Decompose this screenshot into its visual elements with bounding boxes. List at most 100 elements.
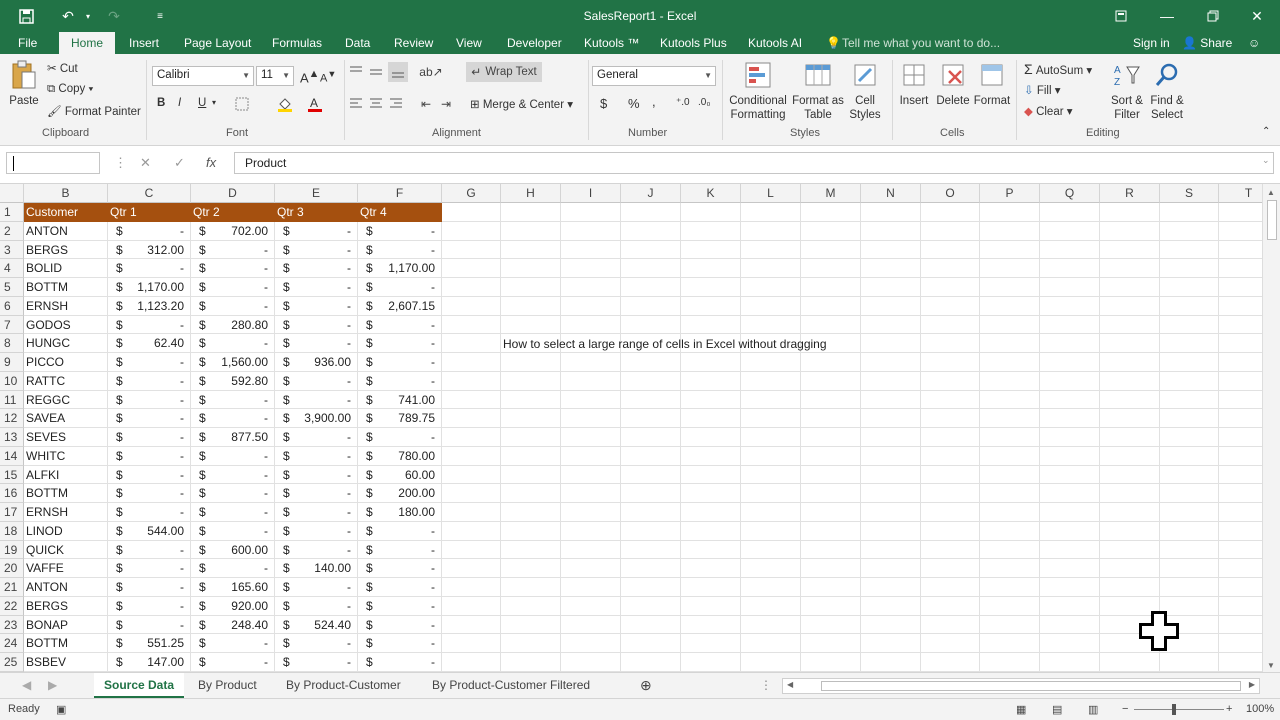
empty-cell[interactable] bbox=[621, 353, 681, 372]
amount-cell[interactable]: $200.00 bbox=[358, 484, 442, 503]
empty-cell[interactable] bbox=[921, 484, 980, 503]
empty-cell[interactable] bbox=[442, 409, 501, 428]
wrap-text-button[interactable]: ↵ Wrap Text bbox=[466, 62, 542, 82]
table-header-cell[interactable]: Qtr 3 bbox=[275, 203, 358, 222]
zoom-out-icon[interactable]: − bbox=[1122, 703, 1128, 715]
empty-cell[interactable] bbox=[561, 278, 621, 297]
customer-cell[interactable]: SEVES bbox=[24, 428, 108, 447]
column-header[interactable]: K bbox=[681, 184, 741, 203]
tell-me-box[interactable]: Tell me what you want to do... bbox=[842, 32, 1000, 54]
empty-cell[interactable] bbox=[621, 296, 681, 316]
orientation-icon[interactable]: ab↗ bbox=[419, 64, 442, 80]
empty-cell[interactable] bbox=[1040, 390, 1100, 410]
empty-cell[interactable] bbox=[741, 428, 801, 447]
align-top-icon[interactable] bbox=[348, 64, 364, 80]
amount-cell[interactable]: $ - bbox=[275, 221, 358, 241]
amount-cell[interactable]: $ - bbox=[275, 390, 358, 410]
column-header[interactable]: B bbox=[24, 184, 108, 203]
amount-cell[interactable]: $ - bbox=[108, 446, 191, 466]
empty-cell[interactable] bbox=[741, 596, 801, 616]
row-header[interactable]: 20 bbox=[0, 559, 24, 578]
empty-cell[interactable] bbox=[561, 653, 621, 672]
customer-cell[interactable]: BERGS bbox=[24, 596, 108, 616]
amount-cell[interactable]: $ - bbox=[191, 503, 275, 522]
empty-cell[interactable] bbox=[921, 334, 980, 353]
empty-cell[interactable] bbox=[1219, 653, 1262, 672]
column-header[interactable]: H bbox=[501, 184, 561, 203]
amount-cell[interactable]: $ - bbox=[191, 634, 275, 653]
empty-cell[interactable] bbox=[561, 578, 621, 597]
row-header[interactable]: 15 bbox=[0, 465, 24, 485]
empty-cell[interactable] bbox=[1160, 503, 1219, 522]
empty-cell[interactable] bbox=[1040, 240, 1100, 260]
empty-cell[interactable] bbox=[980, 428, 1040, 447]
empty-cell[interactable] bbox=[1040, 596, 1100, 616]
column-header[interactable]: J bbox=[621, 184, 681, 203]
amount-cell[interactable]: $ - bbox=[358, 240, 442, 260]
column-header[interactable]: E bbox=[275, 184, 358, 203]
empty-cell[interactable] bbox=[861, 240, 921, 260]
empty-cell[interactable] bbox=[980, 446, 1040, 466]
amount-cell[interactable]: $180.00 bbox=[358, 503, 442, 522]
amount-cell[interactable]: $ - bbox=[108, 353, 191, 372]
amount-cell[interactable]: $ - bbox=[108, 371, 191, 391]
empty-cell[interactable] bbox=[980, 203, 1040, 222]
empty-cell[interactable] bbox=[921, 221, 980, 241]
empty-cell[interactable] bbox=[801, 240, 861, 260]
empty-cell[interactable] bbox=[801, 540, 861, 560]
empty-cell[interactable] bbox=[681, 390, 741, 410]
tab-kutools-ai[interactable]: Kutools AI bbox=[748, 32, 802, 54]
empty-cell[interactable] bbox=[442, 390, 501, 410]
tab-insert[interactable]: Insert bbox=[129, 32, 159, 54]
amount-cell[interactable]: $ - bbox=[358, 521, 442, 541]
empty-cell[interactable] bbox=[980, 315, 1040, 335]
empty-cell[interactable] bbox=[561, 409, 621, 428]
decrease-font-icon[interactable]: A▼ bbox=[320, 69, 336, 85]
empty-cell[interactable] bbox=[1219, 353, 1262, 372]
empty-cell[interactable] bbox=[741, 634, 801, 653]
empty-cell[interactable] bbox=[1219, 522, 1262, 541]
empty-cell[interactable] bbox=[741, 315, 801, 335]
increase-indent-icon[interactable]: ⇥ bbox=[438, 96, 454, 112]
expand-formula-icon[interactable]: ⌄ bbox=[1262, 155, 1270, 166]
amount-cell[interactable]: $ - bbox=[275, 578, 358, 597]
empty-cell[interactable] bbox=[1160, 559, 1219, 578]
empty-cell[interactable] bbox=[741, 278, 801, 297]
amount-cell[interactable]: $ - bbox=[191, 334, 275, 353]
empty-cell[interactable] bbox=[621, 278, 681, 297]
empty-cell[interactable] bbox=[1040, 409, 1100, 428]
amount-cell[interactable]: $936.00 bbox=[275, 353, 358, 372]
empty-cell[interactable] bbox=[561, 390, 621, 410]
cut-button[interactable]: ✂ Cut bbox=[47, 61, 78, 75]
empty-cell[interactable] bbox=[1160, 371, 1219, 391]
fill-color-icon[interactable] bbox=[276, 95, 294, 113]
empty-cell[interactable] bbox=[1100, 259, 1160, 278]
empty-cell[interactable] bbox=[980, 653, 1040, 672]
empty-cell[interactable] bbox=[861, 559, 921, 578]
empty-cell[interactable] bbox=[1100, 278, 1160, 297]
align-right-icon[interactable] bbox=[388, 96, 404, 112]
empty-cell[interactable] bbox=[921, 315, 980, 335]
empty-cell[interactable] bbox=[1219, 466, 1262, 485]
empty-cell[interactable] bbox=[561, 240, 621, 260]
column-header[interactable]: C bbox=[108, 184, 191, 203]
amount-cell[interactable]: $1,560.00 bbox=[191, 353, 275, 372]
amount-cell[interactable]: $ - bbox=[108, 221, 191, 241]
empty-cell[interactable] bbox=[1040, 484, 1100, 503]
sheet-tab-by-product[interactable]: By Product bbox=[198, 673, 257, 698]
empty-cell[interactable] bbox=[741, 240, 801, 260]
empty-cell[interactable] bbox=[501, 484, 561, 503]
amount-cell[interactable]: $ - bbox=[275, 484, 358, 503]
empty-cell[interactable] bbox=[1219, 334, 1262, 353]
empty-cell[interactable] bbox=[921, 465, 980, 485]
customer-cell[interactable]: HUNGC bbox=[24, 334, 108, 353]
empty-cell[interactable] bbox=[501, 390, 561, 410]
amount-cell[interactable]: $ - bbox=[275, 315, 358, 335]
empty-cell[interactable] bbox=[621, 540, 681, 560]
empty-cell[interactable] bbox=[1040, 428, 1100, 447]
amount-cell[interactable]: $ - bbox=[191, 446, 275, 466]
amount-cell[interactable]: $ - bbox=[108, 259, 191, 278]
empty-cell[interactable] bbox=[501, 446, 561, 466]
tab-split-icon[interactable]: ⋮ bbox=[760, 673, 772, 698]
empty-cell[interactable] bbox=[442, 653, 501, 672]
